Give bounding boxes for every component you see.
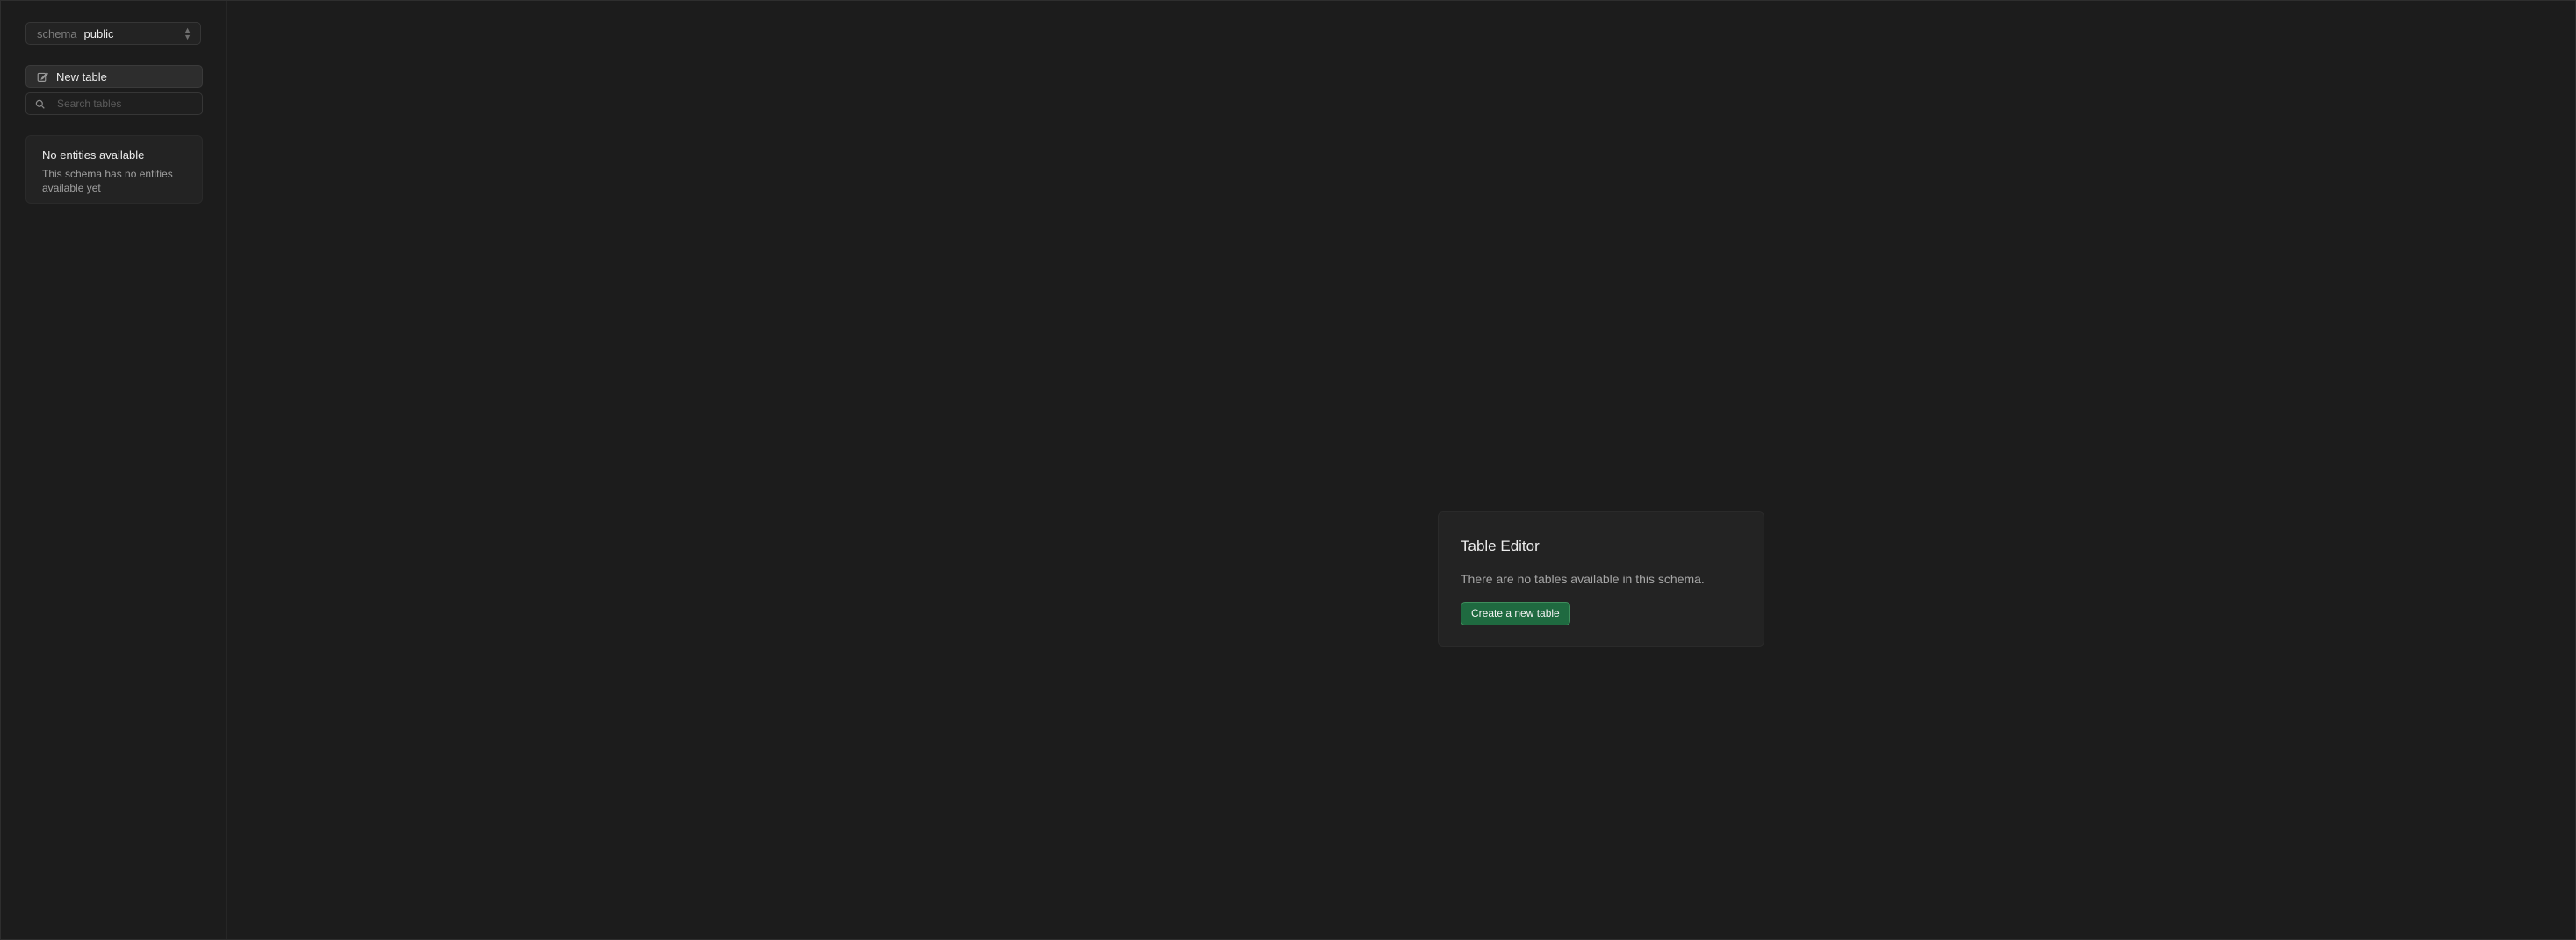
no-tables-message: There are no tables available in this sc…: [1461, 572, 1705, 586]
new-table-button[interactable]: New table: [25, 65, 203, 88]
sidebar: schema public ▲▼ New table No entities a…: [1, 1, 227, 939]
app-window: schema public ▲▼ New table No entities a…: [0, 0, 2576, 940]
search-tables-field[interactable]: [25, 92, 203, 115]
create-new-table-button[interactable]: Create a new table: [1461, 602, 1570, 625]
schema-select-value: public: [83, 26, 114, 40]
edit-icon: [37, 71, 48, 82]
search-icon: [35, 99, 45, 109]
new-table-button-label: New table: [56, 69, 107, 83]
table-editor-title: Table Editor: [1461, 538, 1540, 554]
table-editor-card: Table Editor There are no tables availab…: [1438, 511, 1764, 647]
no-entities-description: This schema has no entities available ye…: [42, 168, 173, 194]
chevron-up-down-icon: ▲ ▼: [184, 25, 191, 41]
no-entities-title: No entities available: [42, 148, 145, 162]
schema-select-label: schema: [37, 26, 77, 40]
search-tables-input[interactable]: [55, 97, 191, 111]
schema-select[interactable]: schema public ▲ ▼: [25, 22, 201, 45]
no-entities-card: No entities available This schema has no…: [25, 135, 203, 204]
